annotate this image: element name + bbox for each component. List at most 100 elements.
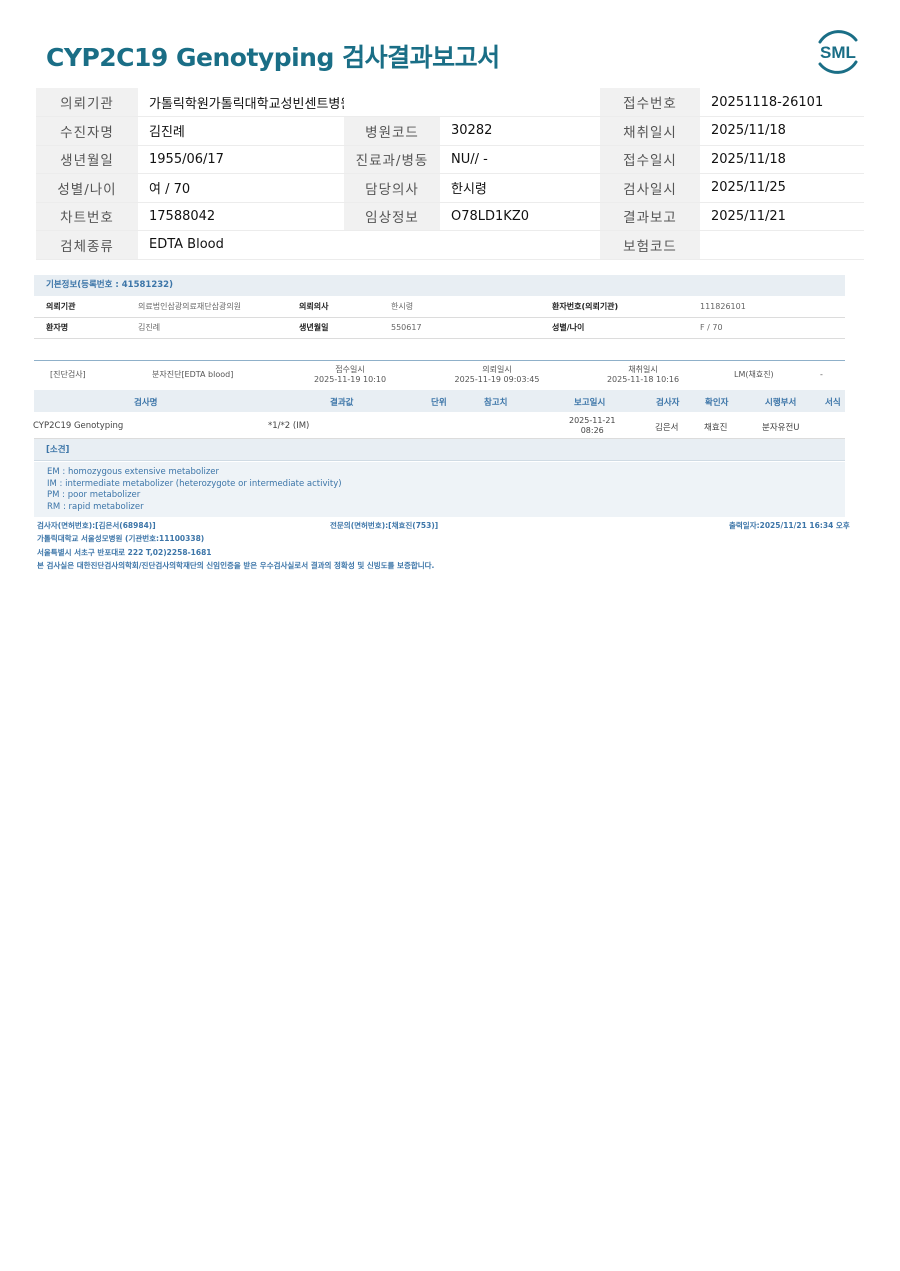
basic-info-label: 생년월일 <box>287 317 379 339</box>
header-label: 검체종류 <box>36 230 138 260</box>
footer-specialist: 전문의(면허번호):[채효진(753)] <box>330 521 439 530</box>
remark-line: RM : rapid metabolizer <box>47 501 144 512</box>
basic-info-value: 김진례 <box>126 317 287 339</box>
col-report-date: 보고일시 <box>574 398 606 408</box>
basic-info-table: 의뢰기관 의료법인삼광의료재단삼광의원 의뢰의사 한시령 환자번호(의뢰기관) 11182… <box>34 296 845 339</box>
basic-info-label: 환자명 <box>34 317 126 339</box>
result-tester: 김은서 <box>655 423 679 433</box>
remarks-heading: [소견] <box>34 439 845 461</box>
header-label: 보험코드 <box>600 230 700 260</box>
header-label: 차트번호 <box>36 202 138 231</box>
remark-line: EM : homozygous extensive metabolizer <box>47 467 220 477</box>
col-test: 검사명 <box>134 398 158 408</box>
result-value: *1/*2 (IM) <box>268 421 310 431</box>
header-label: 수진자명 <box>36 116 138 146</box>
header-info-row: 생년월일 1955/06/17 진료과/병동 NU// - 접수일시 2025/11/18 <box>36 145 864 174</box>
result-test: CYP2C19 Genotyping <box>33 421 124 431</box>
header-value: 2025/11/18 <box>700 145 864 174</box>
remark-line: PM : poor metabolizer <box>47 490 141 500</box>
basic-info-label: 성별/나이 <box>540 317 688 339</box>
diag-lm: LM(채효진) <box>734 370 774 379</box>
remarks-box: EM : homozygous extensive metabolizer IM… <box>34 462 845 517</box>
header-label <box>344 230 440 260</box>
header-value: 17588042 <box>138 202 344 231</box>
header-value <box>440 88 600 117</box>
footer-printed: 출력일자:2025/11/21 16:34 오후 <box>729 521 850 530</box>
header-value: 30282 <box>440 116 600 146</box>
diag-specimen: 분자진단[EDTA blood] <box>152 370 234 379</box>
header-info-row: 성별/나이 여 / 70 담당의사 한시령 검사일시 2025/11/25 <box>36 173 864 203</box>
report-title: CYP2C19 Genotyping 검사결과보고서 <box>46 43 500 72</box>
logo-text: SML <box>820 43 856 62</box>
header-value: 2025/11/21 <box>700 202 864 231</box>
results-header: 검사명 결과값 단위 참고치 보고일시 검사자 확인자 시행부서 서식 <box>34 390 845 412</box>
col-format: 서식 <box>825 398 841 408</box>
result-department: 분자유전U <box>762 423 800 433</box>
result-row: CYP2C19 Genotyping *1/*2 (IM) 2025-11-21… <box>33 412 845 439</box>
header-label <box>344 88 440 117</box>
header-label: 접수번호 <box>600 88 700 117</box>
header-label: 채취일시 <box>600 116 700 146</box>
col-confirmer: 확인자 <box>705 398 729 408</box>
col-value: 결과값 <box>330 398 354 408</box>
header-label: 생년월일 <box>36 145 138 174</box>
header-value: 한시령 <box>440 173 600 203</box>
diag-dash: - <box>820 370 823 379</box>
header-value: EDTA Blood <box>138 230 344 260</box>
header-label: 진료과/병동 <box>344 145 440 174</box>
header-value <box>440 230 600 260</box>
basic-info-row: 환자명 김진례 생년월일 550617 성별/나이 F / 70 <box>34 317 845 339</box>
result-confirmer: 채효진 <box>704 423 728 433</box>
result-report-datetime: 2025-11-21 08:26 <box>569 416 616 435</box>
header-info-row: 검체종류 EDTA Blood 보험코드 <box>36 230 864 260</box>
header-value: 김진례 <box>138 116 344 146</box>
header-value: 가톨릭학원가톨릭대학교성빈센트병원 <box>138 88 344 117</box>
header-value <box>700 230 864 260</box>
basic-info-value: F / 70 <box>688 317 845 339</box>
diag-requested: 의뢰일시 2025-11-19 09:03:45 <box>454 365 540 384</box>
header-value: 2025/11/25 <box>700 173 864 203</box>
header-info-row: 수진자명 김진례 병원코드 30282 채취일시 2025/11/18 <box>36 116 864 146</box>
header-label: 의뢰기관 <box>36 88 138 117</box>
footer-address: 서울특별시 서초구 반포대로 222 T,02)2258-1681 <box>37 548 212 557</box>
diag-received: 접수일시 2025-11-19 10:10 <box>313 365 387 384</box>
sml-logo: SML <box>818 30 858 74</box>
remark-line: IM : intermediate metabolizer (heterozyg… <box>47 478 342 489</box>
col-department: 시행부서 <box>765 398 797 408</box>
diag-collected: 채취일시 2025-11-18 10:16 <box>606 365 680 384</box>
basic-info-value: 의료법인삼광의료재단삼광의원 <box>126 296 287 318</box>
diagnosis-row: [진단검사] 분자진단[EDTA blood] 접수일시 2025-11-19 … <box>34 362 845 390</box>
header-info-row: 차트번호 17588042 임상정보 O78LD1KZ0 결과보고 2025/11/21 <box>36 202 864 231</box>
header-label: 접수일시 <box>600 145 700 174</box>
header-value: 20251118-26101 <box>700 88 864 117</box>
col-reference: 참고치 <box>484 398 508 408</box>
basic-info-value: 111826101 <box>688 296 845 318</box>
header-label: 병원코드 <box>344 116 440 146</box>
section-divider <box>34 360 845 361</box>
col-tester: 검사자 <box>656 398 680 408</box>
basic-info-label: 의뢰의사 <box>287 296 379 318</box>
header-value: 2025/11/18 <box>700 116 864 146</box>
header-label: 담당의사 <box>344 173 440 203</box>
footer-certification: 본 검사실은 대한진단검사의학회/진단검사의학재단의 신임인증을 받은 우수검사… <box>37 561 435 570</box>
header-info-table: 의뢰기관 가톨릭학원가톨릭대학교성빈센트병원 접수번호 20251118-26101 수… <box>36 88 864 260</box>
header-label: 검사일시 <box>600 173 700 203</box>
header-label: 결과보고 <box>600 202 700 231</box>
basic-info-label: 환자번호(의뢰기관) <box>540 296 688 318</box>
basic-info-row: 의뢰기관 의료법인삼광의료재단삼광의원 의뢰의사 한시령 환자번호(의뢰기관) 11182… <box>34 296 845 318</box>
header-value: 여 / 70 <box>138 173 344 203</box>
basic-info-label: 의뢰기관 <box>34 296 126 318</box>
basic-info-value: 550617 <box>379 317 540 339</box>
header-label: 성별/나이 <box>36 173 138 203</box>
header-label: 임상정보 <box>344 202 440 231</box>
diag-category: [진단검사] <box>50 370 86 379</box>
header-value: O78LD1KZ0 <box>440 202 600 231</box>
header-value: 1955/06/17 <box>138 145 344 174</box>
col-unit: 단위 <box>431 398 447 408</box>
footer-tester: 검사자(면허번호):[김은서(68984)] <box>37 521 156 530</box>
basic-info-heading: 기본정보(등록번호 : 41581232) <box>34 275 845 296</box>
header-info-row: 의뢰기관 가톨릭학원가톨릭대학교성빈센트병원 접수번호 20251118-26101 <box>36 88 864 117</box>
header-value: NU// - <box>440 145 600 174</box>
basic-info-value: 한시령 <box>379 296 540 318</box>
footer-institution: 가톨릭대학교 서울성모병원 (기관번호:11100338) <box>37 534 205 543</box>
